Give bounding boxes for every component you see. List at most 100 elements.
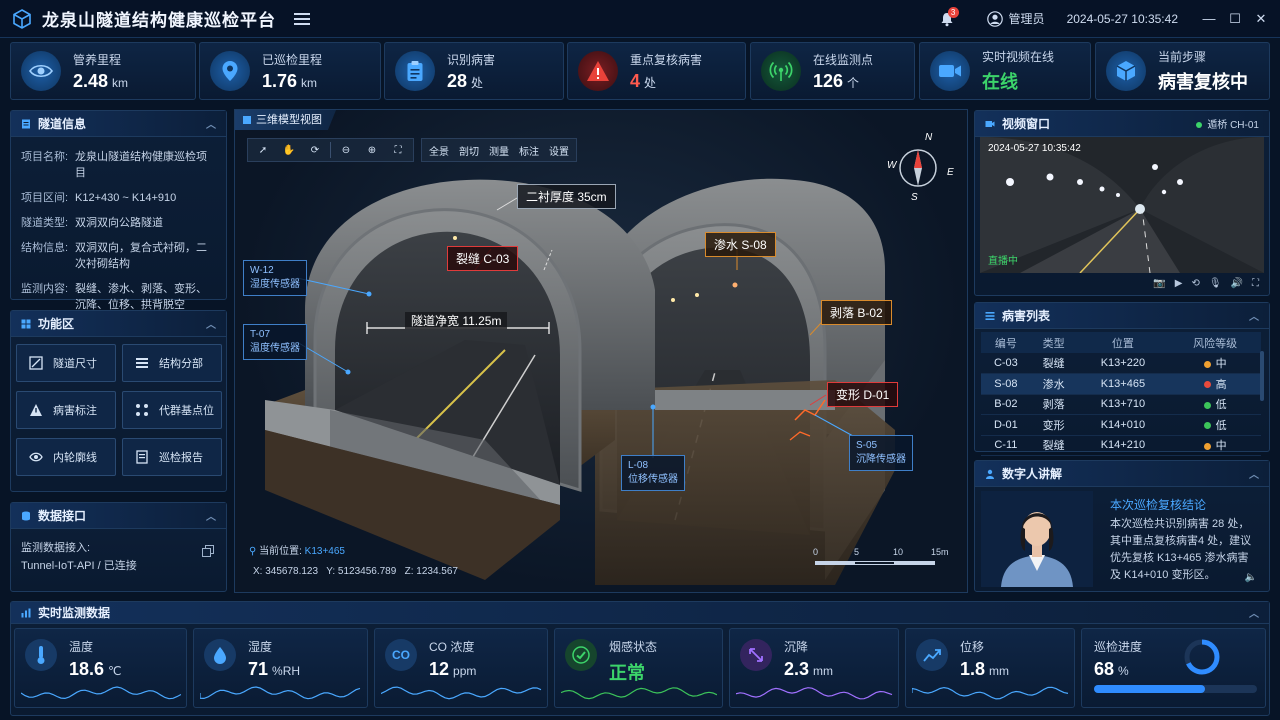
live-indicator: 直播中 <box>988 256 1018 267</box>
sensor-label-l08[interactable]: L-08 位移传感器 <box>621 455 685 491</box>
stat-label: 实时视频在线 <box>982 50 1055 64</box>
monitor-card-co[interactable]: CO CO 浓度 12 ppm <box>374 628 548 708</box>
close-icon[interactable]: ✕ <box>1254 11 1268 26</box>
table-row[interactable]: C-11 裂缝 K14+210 中 <box>981 435 1261 456</box>
stat-card-key-defects: 重点复核病害 4 处 <box>567 42 746 100</box>
video-feed[interactable]: 2024-05-27 10:35:42 直播中 <box>980 137 1264 273</box>
function-panel: 功能区 ︿ 隧道尺寸 结构分部 病害标注 代群基点位 内轮廓线 巡检报告 <box>10 310 227 492</box>
col-header[interactable]: 编号 <box>981 332 1031 353</box>
copy-icon[interactable] <box>202 545 214 557</box>
info-value: 双洞双向，复合式衬砌，二次衬砌结构 <box>75 242 207 270</box>
defect-label-c03[interactable]: 裂缝 C-03 <box>447 246 519 271</box>
monitor-card-temperature[interactable]: 温度 18.6 ℃ <box>14 628 187 708</box>
defect-label-d01[interactable]: 变形 D-01 <box>827 382 899 407</box>
sensor-type: 位移传感器 <box>628 474 678 485</box>
monitor-card-humidity[interactable]: 湿度 71 %RH <box>193 628 368 708</box>
monitor-card-displacement[interactable]: 位移 1.8 mm <box>905 628 1075 708</box>
video-timestamp: 2024-05-27 10:35:42 <box>988 143 1081 154</box>
risk-label: 中 <box>1215 358 1227 370</box>
cell-type: 剥落 <box>1030 394 1077 415</box>
defect-label-b02[interactable]: 剥落 B-02 <box>821 300 892 325</box>
scale-tick: 0 <box>813 547 819 557</box>
table-row[interactable]: C-03 裂缝 K13+220 中 <box>981 353 1261 374</box>
menu-icon[interactable] <box>294 12 310 26</box>
lining-thickness-label[interactable]: 二衬厚度 35cm <box>517 184 616 209</box>
monitor-card-progress[interactable]: 巡检进度 68% <box>1081 628 1266 708</box>
button-label: 病害标注 <box>53 405 97 417</box>
panel-title: 功能区 <box>38 317 75 331</box>
expand-icon[interactable]: ⛶ <box>1252 278 1259 289</box>
panel-title: 数据接口 <box>38 509 87 523</box>
eye-icon <box>29 452 43 462</box>
table-row[interactable]: D-01 变形 K14+010 低 <box>981 414 1261 436</box>
stat-value: 126 <box>813 70 844 91</box>
base-points-button[interactable]: 代群基点位 <box>122 391 222 429</box>
user-name[interactable]: 管理员 <box>1009 10 1045 27</box>
stat-unit: km <box>112 75 129 90</box>
monitor-value: 18.6 <box>69 659 105 679</box>
database-icon <box>22 511 30 520</box>
narration-body: 本次巡检共识别病害 28 处，其中重点复核病害4 处，建议优先复核 K13+46… <box>1110 518 1252 581</box>
monitor-card-smoke[interactable]: 烟感状态 正常 <box>554 628 723 708</box>
record-icon[interactable]: ▶ <box>1175 278 1183 289</box>
chevron-up-icon[interactable]: ︿ <box>1249 466 1259 481</box>
speaker-icon[interactable]: 🔈 <box>1245 572 1257 583</box>
location-pin-icon <box>210 51 250 91</box>
stat-value: 病害复核中 <box>1158 72 1248 92</box>
table-row[interactable]: S-08 渗水 K13+465 高 <box>981 373 1261 395</box>
info-key: 隧道类型: <box>21 217 69 229</box>
eye-icon <box>21 51 61 91</box>
notification-bell-icon[interactable]: 3 <box>939 6 959 27</box>
warning-icon <box>578 51 618 91</box>
col-header[interactable]: 风险等级 <box>1169 332 1261 353</box>
coordinates-readout: X: 345678.123 Y: 5123456.789 Z: 1234.567 <box>253 566 458 577</box>
minimize-icon[interactable]: — <box>1202 11 1216 26</box>
cell-risk: 中 <box>1169 353 1261 374</box>
table-row[interactable]: B-02 剥落 K13+710 低 <box>981 394 1261 415</box>
col-header[interactable]: 位置 <box>1076 332 1170 353</box>
3d-model-viewer[interactable]: 三维模型视图 ➚ ✋ ⟳ ⊖ ⊕ ⛶ 全景 剖切 测量 标注 设置 N E S … <box>234 109 968 593</box>
sensor-label-w12[interactable]: W-12 湿度传感器 <box>243 260 307 296</box>
button-label: 内轮廓线 <box>53 452 97 464</box>
playback-icon[interactable]: ⟲ <box>1191 278 1199 289</box>
tunnel-size-button[interactable]: 隧道尺寸 <box>16 344 116 382</box>
defect-label-s08[interactable]: 渗水 S-08 <box>705 232 776 257</box>
progress-ring <box>1184 639 1220 675</box>
scrollbar[interactable] <box>1260 351 1264 401</box>
maximize-icon[interactable]: ☐ <box>1228 11 1242 26</box>
cube-icon <box>1106 51 1146 91</box>
panel-title: 实时监测数据 <box>38 606 111 620</box>
chevron-up-icon[interactable]: ︿ <box>1249 308 1259 323</box>
volume-icon[interactable]: 🔊 <box>1231 278 1243 289</box>
button-label: 隧道尺寸 <box>53 358 97 370</box>
position-value: K13+465 <box>304 546 345 557</box>
cell-id: S-08 <box>981 373 1031 395</box>
monitor-card-settlement[interactable]: 沉降 2.3 mm <box>729 628 899 708</box>
cell-risk: 低 <box>1169 414 1261 436</box>
tunnel-camera-image <box>980 137 1264 273</box>
chevron-up-icon[interactable]: ︿ <box>206 116 216 131</box>
digital-human-panel: 数字人讲解 ︿ 本次巡检复核结论 本次巡检共识别病害 28 处，其中重点复核病害4… <box>974 460 1270 592</box>
user-avatar-icon[interactable] <box>986 10 1003 27</box>
channel-label: 遁桥 CH-01 <box>1207 120 1259 131</box>
inspection-report-button[interactable]: 巡检报告 <box>122 438 222 476</box>
chevron-up-icon[interactable]: ︿ <box>1249 605 1259 620</box>
sensor-label-t07[interactable]: T-07 温度传感器 <box>243 324 307 360</box>
sensor-label-s05[interactable]: S-05 沉降传感器 <box>849 435 913 471</box>
col-header[interactable]: 类型 <box>1030 332 1077 353</box>
presenter-image <box>981 491 1093 587</box>
structure-parts-button[interactable]: 结构分部 <box>122 344 222 382</box>
cell-risk: 高 <box>1169 373 1261 395</box>
button-label: 巡检报告 <box>159 452 203 464</box>
inner-contour-button[interactable]: 内轮廓线 <box>16 438 116 476</box>
stat-card-monitor-points: 在线监测点 126 个 <box>750 42 915 100</box>
stat-unit: 处 <box>471 75 484 90</box>
microphone-icon[interactable]: 🎙 <box>1209 278 1222 289</box>
stat-label: 当前步骤 <box>1158 50 1207 64</box>
info-value: 龙泉山隧道结构健康巡检项目 <box>75 151 207 179</box>
snapshot-icon[interactable]: 📷 <box>1153 278 1165 289</box>
chevron-up-icon[interactable]: ︿ <box>206 316 216 331</box>
chevron-up-icon[interactable]: ︿ <box>206 508 216 523</box>
monitor-label: 烟感状态 <box>609 640 658 654</box>
defect-mark-button[interactable]: 病害标注 <box>16 391 116 429</box>
